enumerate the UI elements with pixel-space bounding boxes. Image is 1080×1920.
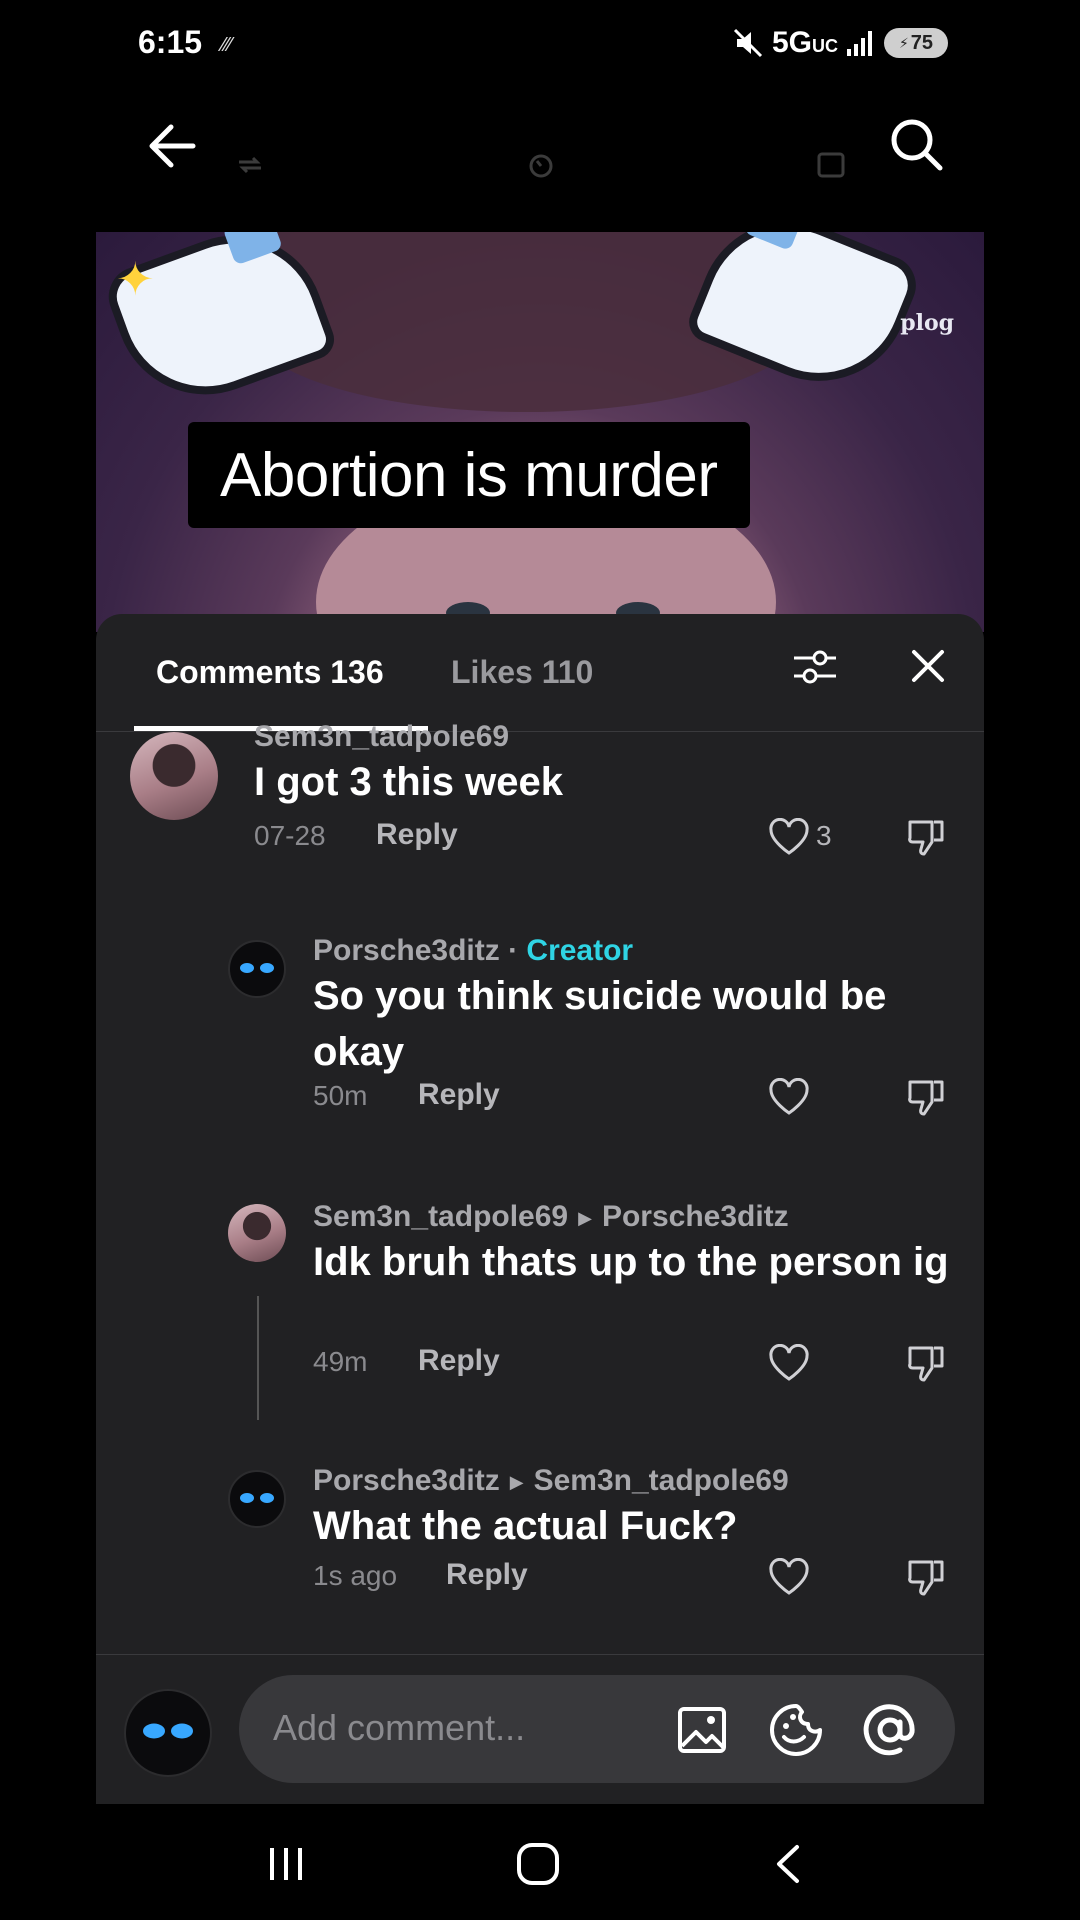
home-button[interactable]: [512, 1838, 564, 1890]
reply-to-arrow-icon: ▶: [509, 1471, 524, 1492]
comment-reply-item: Porsche3ditz · Creator So you think suic…: [96, 934, 984, 1164]
tab-comments[interactable]: Comments 136: [156, 654, 384, 691]
comments-panel: Comments 136 Likes 110 Sem3n_tadpole69 I…: [96, 614, 984, 1654]
search-icon: [891, 119, 943, 171]
image-icon: [678, 1707, 726, 1753]
signal-icon: [847, 31, 872, 56]
close-icon: [912, 650, 944, 682]
search-button[interactable]: [884, 112, 948, 176]
comment-username[interactable]: Sem3n_tadpole69 ▶ Porsche3ditz: [313, 1200, 789, 1234]
emoji-sticker-icon: [770, 1704, 822, 1756]
back-arrow-icon: [149, 124, 196, 168]
sparkle-icon: ✦: [116, 253, 155, 305]
comment-text: Idk bruh thats up to the person ig: [313, 1240, 949, 1284]
comments-tabs: Comments 136 Likes 110: [96, 614, 984, 732]
close-button[interactable]: [910, 644, 946, 695]
comment-time: 50m: [313, 1080, 368, 1111]
network-label: 5GUC: [771, 26, 838, 59]
sliders-icon: [794, 650, 836, 684]
comment-time: 07-28: [254, 820, 326, 851]
mute-icon: [733, 28, 763, 58]
comment-item: Sem3n_tadpole69 I got 3 this week 07-28 …: [96, 720, 984, 882]
top-nav: [0, 100, 1080, 200]
thumbs-down-icon: [908, 1080, 944, 1116]
comment-username[interactable]: Porsche3ditz ▶ Sem3n_tadpole69: [313, 1464, 789, 1498]
thumbs-down-icon: [908, 820, 944, 856]
heart-icon: [769, 1344, 809, 1381]
video-watermark: plog: [900, 310, 954, 336]
image-button[interactable]: [675, 1703, 729, 1757]
filter-button[interactable]: [792, 644, 838, 695]
dislike-button[interactable]: [904, 1340, 950, 1386]
at-sign-icon: [863, 1704, 915, 1756]
heart-icon: [769, 818, 809, 855]
user-avatar[interactable]: [124, 1689, 212, 1777]
status-bar: 6:15 ⁄⁄⁄ 5GUC ⚡ 75: [0, 0, 1080, 90]
comment-username[interactable]: Porsche3ditz · Creator: [313, 934, 633, 968]
battery-indicator: ⚡ 75: [884, 28, 948, 58]
like-button[interactable]: [766, 814, 812, 860]
chevron-left-icon: [777, 1845, 799, 1883]
mention-button[interactable]: [861, 1701, 919, 1759]
like-button[interactable]: [766, 1554, 812, 1600]
reply-to-arrow-icon: ▶: [578, 1207, 592, 1228]
dislike-button[interactable]: [904, 814, 950, 860]
thumbs-down-icon: [908, 1346, 944, 1382]
tab-likes[interactable]: Likes 110: [451, 654, 593, 691]
comment-text: So you think suicide would be okay: [313, 974, 887, 1074]
comment-input-bar: Add comment...: [96, 1654, 984, 1804]
comment-username[interactable]: Sem3n_tadpole69: [254, 720, 509, 754]
reply-button[interactable]: Reply: [376, 818, 458, 852]
home-icon: [517, 1843, 559, 1885]
avatar[interactable]: [130, 732, 218, 820]
video-preview[interactable]: ✦ plog Abortion is murder: [96, 232, 984, 632]
heart-icon: [769, 1558, 809, 1595]
video-caption: Abortion is murder: [188, 422, 750, 528]
comment-time: 49m: [313, 1346, 368, 1377]
avatar[interactable]: [228, 940, 286, 998]
comment-reply-item: Sem3n_tadpole69 ▶ Porsche3ditz Idk bruh th…: [96, 1200, 984, 1430]
comment-input[interactable]: Add comment...: [239, 1675, 955, 1783]
comment-input-placeholder: Add comment...: [273, 1707, 526, 1748]
timer-icon: [524, 148, 558, 182]
reply-button[interactable]: Reply: [418, 1344, 500, 1378]
heart-icon: [769, 1078, 809, 1115]
avatar[interactable]: [228, 1204, 286, 1262]
comment-text: I got 3 this week: [254, 760, 563, 804]
thumbs-down-icon: [908, 1560, 944, 1596]
repost-icon: [232, 150, 268, 180]
like-count: 3: [816, 820, 832, 851]
dislike-button[interactable]: [904, 1074, 950, 1120]
like-button[interactable]: [766, 1340, 812, 1386]
comment-time: 1s ago: [313, 1560, 398, 1591]
gallery-icon: [814, 148, 848, 182]
recent-apps-button[interactable]: [262, 1840, 310, 1888]
dislike-button[interactable]: [904, 1554, 950, 1600]
system-back-button[interactable]: [766, 1840, 810, 1888]
data-activity-icon: ⁄⁄⁄: [222, 34, 233, 56]
creator-badge: Creator: [526, 934, 634, 967]
comment-text: What the actual Fuck?: [313, 1504, 738, 1548]
sticker-button[interactable]: [767, 1701, 825, 1759]
system-nav-bar: [0, 1804, 1080, 1920]
avatar[interactable]: [228, 1470, 286, 1528]
reply-button[interactable]: Reply: [446, 1558, 528, 1592]
status-icons: 5GUC ⚡ 75: [732, 26, 948, 60]
back-button[interactable]: [140, 114, 204, 178]
reply-button[interactable]: Reply: [418, 1078, 500, 1112]
status-time: 6:15: [138, 24, 203, 60]
like-button[interactable]: [766, 1074, 812, 1120]
recent-apps-icon: [270, 1848, 302, 1880]
comment-reply-item: Porsche3ditz ▶ Sem3n_tadpole69 What the ac…: [96, 1464, 984, 1644]
